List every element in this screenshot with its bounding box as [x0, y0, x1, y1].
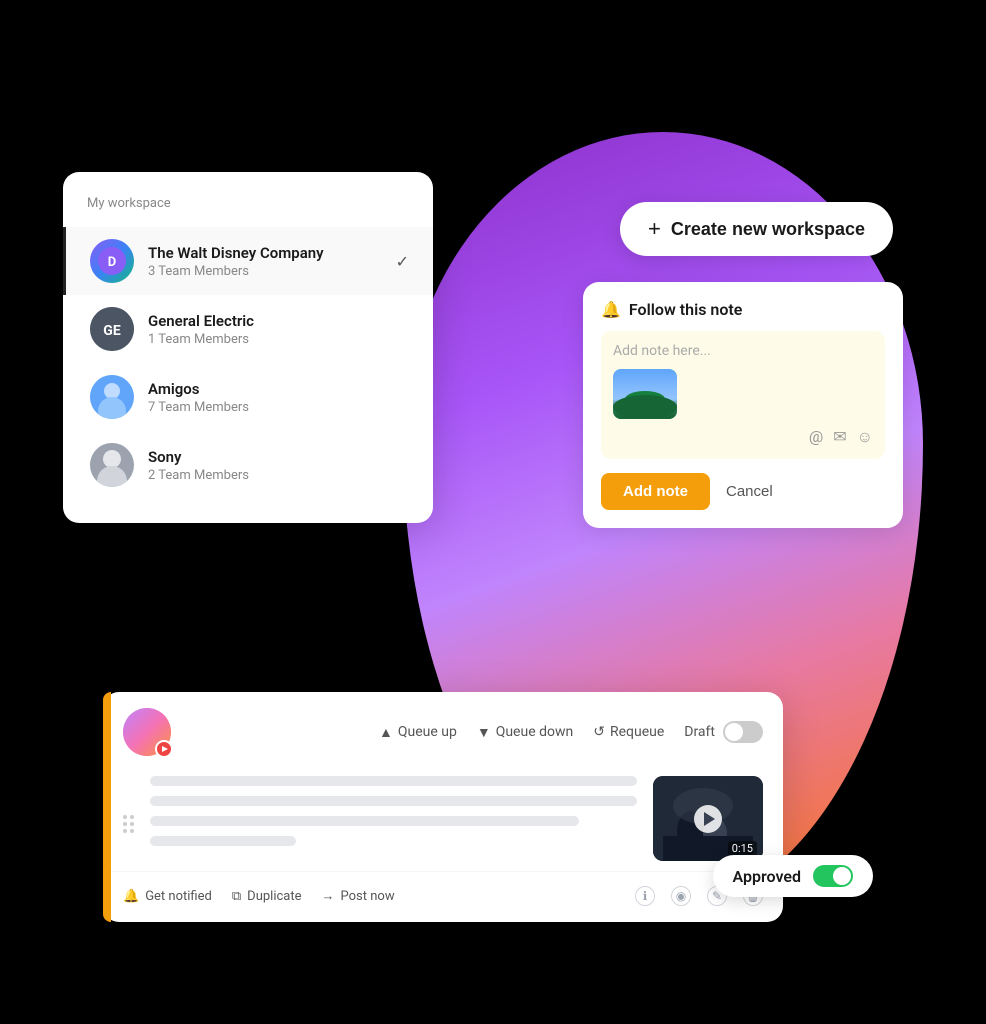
workspace-info-sony: Sony 2 Team Members [148, 448, 409, 483]
workspace-members-ge: 1 Team Members [148, 332, 409, 347]
workspace-name-disney: The Walt Disney Company [148, 244, 396, 262]
post-content: 0:15 [103, 756, 783, 871]
get-notified-action[interactable]: 🔔 Get notified [123, 889, 212, 904]
queue-down-label: Queue down [496, 724, 574, 740]
workspace-item-disney[interactable]: D The Walt Disney Company 3 Team Members… [63, 227, 433, 295]
text-line-4 [150, 836, 296, 846]
workspace-item-ge[interactable]: GE General Electric 1 Team Members [63, 295, 433, 363]
queue-up-action[interactable]: ▲ Queue up [379, 724, 457, 741]
avatar-sony [90, 443, 134, 487]
workspace-info-disney: The Walt Disney Company 3 Team Members [148, 244, 396, 279]
requeue-label: Requeue [610, 724, 664, 740]
at-icon[interactable]: @ [809, 427, 823, 447]
avatar-amigos [90, 375, 134, 419]
plus-icon: + [648, 216, 661, 242]
draft-label: Draft [684, 724, 715, 740]
note-textarea[interactable]: Add note here... @ [601, 331, 885, 459]
view-icon[interactable]: ◉ [671, 886, 691, 906]
cancel-button[interactable]: Cancel [726, 483, 773, 500]
drag-handle[interactable] [123, 776, 134, 861]
workspace-panel-title: My workspace [63, 196, 433, 227]
queue-up-label: Queue up [398, 724, 457, 740]
checkmark-disney: ✓ [396, 252, 409, 271]
post-card-header: ▲ Queue up ▼ Queue down ↺ Requeue Draft [103, 692, 783, 756]
create-workspace-label: Create new workspace [671, 219, 865, 240]
post-footer: 🔔 Get notified ⧉ Duplicate → Post now ℹ … [103, 871, 783, 922]
workspace-members-sony: 2 Team Members [148, 468, 409, 483]
workspace-members-amigos: 7 Team Members [148, 400, 409, 415]
add-note-button[interactable]: Add note [601, 473, 710, 510]
post-header-actions: ▲ Queue up ▼ Queue down ↺ Requeue Draft [379, 721, 763, 743]
workspace-name-ge: General Electric [148, 312, 409, 330]
post-card: ▲ Queue up ▼ Queue down ↺ Requeue Draft [103, 692, 783, 922]
note-icon-row: @ ✉ ☺ [613, 427, 873, 447]
approved-toggle-knob [833, 867, 851, 885]
draft-toggle[interactable]: Draft [684, 721, 763, 743]
workspace-members-disney: 3 Team Members [148, 264, 396, 279]
workspace-name-sony: Sony [148, 448, 409, 466]
note-placeholder: Add note here... [613, 343, 873, 359]
svg-text:GE: GE [103, 323, 121, 339]
approved-label: Approved [733, 867, 802, 886]
video-duration: 0:15 [728, 841, 757, 856]
queue-down-action[interactable]: ▼ Queue down [477, 724, 573, 741]
follow-note-header: 🔔 Follow this note [601, 300, 885, 319]
youtube-badge [155, 740, 173, 758]
play-button[interactable] [694, 805, 722, 833]
draft-toggle-switch[interactable] [723, 721, 763, 743]
post-video-thumbnail[interactable]: 0:15 [653, 776, 763, 861]
post-now-icon: → [322, 888, 335, 904]
info-icon[interactable]: ℹ [635, 886, 655, 906]
approved-badge: Approved [713, 855, 874, 897]
note-image-thumbnail [613, 369, 677, 419]
duplicate-label: Duplicate [247, 889, 301, 904]
avatar-disney: D [90, 239, 134, 283]
text-line-3 [150, 816, 579, 826]
create-workspace-button[interactable]: + Create new workspace [620, 202, 893, 256]
workspace-item-amigos[interactable]: Amigos 7 Team Members [63, 363, 433, 431]
text-line-2 [150, 796, 637, 806]
queue-up-icon: ▲ [379, 724, 393, 741]
footer-left-actions: 🔔 Get notified ⧉ Duplicate → Post now [123, 888, 395, 904]
post-text-content [150, 776, 637, 861]
workspace-info-ge: General Electric 1 Team Members [148, 312, 409, 347]
follow-note-title: Follow this note [629, 300, 742, 319]
approved-toggle[interactable] [813, 865, 853, 887]
requeue-icon: ↺ [593, 724, 605, 740]
bell-footer-icon: 🔔 [123, 889, 139, 904]
yellow-accent-bar [103, 692, 111, 922]
duplicate-action[interactable]: ⧉ Duplicate [232, 889, 302, 904]
toggle-knob [725, 723, 743, 741]
play-icon [704, 812, 715, 826]
avatar-ge: GE [90, 307, 134, 351]
emoji-icon[interactable]: ☺ [857, 427, 873, 447]
queue-down-icon: ▼ [477, 724, 491, 741]
note-actions: Add note Cancel [601, 473, 885, 510]
post-now-label: Post now [341, 889, 395, 904]
duplicate-icon: ⧉ [232, 889, 241, 904]
requeue-action[interactable]: ↺ Requeue [593, 724, 664, 740]
post-avatar [123, 708, 171, 756]
post-now-action[interactable]: → Post now [322, 888, 395, 904]
get-notified-label: Get notified [145, 889, 212, 904]
workspace-info-amigos: Amigos 7 Team Members [148, 380, 409, 415]
post-card-wrapper: ▲ Queue up ▼ Queue down ↺ Requeue Draft [103, 692, 783, 922]
follow-note-card: 🔔 Follow this note Add note here... [583, 282, 903, 528]
svg-text:D: D [108, 255, 116, 270]
bell-icon: 🔔 [601, 300, 621, 319]
workspace-item-sony[interactable]: Sony 2 Team Members [63, 431, 433, 499]
email-icon[interactable]: ✉ [833, 427, 846, 447]
workspace-panel: My workspace D The Walt Disney Company 3… [63, 172, 433, 523]
text-line-1 [150, 776, 637, 786]
workspace-name-amigos: Amigos [148, 380, 409, 398]
video-inner: 0:15 [653, 776, 763, 861]
